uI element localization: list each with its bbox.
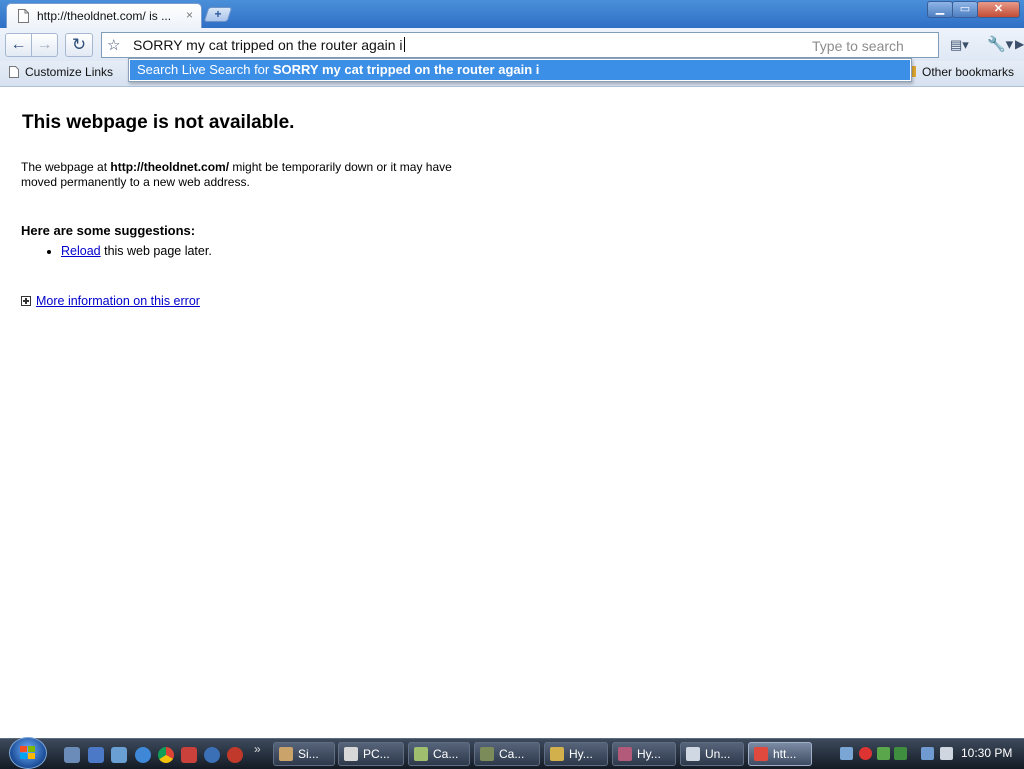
suggestion-prefix: Search Live Search for: [137, 62, 273, 77]
tray-app-icon[interactable]: [840, 747, 853, 760]
browser-tab[interactable]: http://theoldnet.com/ is ... ×: [6, 3, 202, 28]
suggestions-list: Reload this web page later.: [21, 243, 212, 260]
taskbar-button-label: Ca...: [499, 747, 525, 761]
other-bookmarks-label: Other bookmarks: [922, 65, 1015, 79]
tab-close-icon[interactable]: ×: [186, 8, 193, 22]
quicklaunch-ie-icon[interactable]: [135, 747, 151, 763]
reload-button[interactable]: ↻: [65, 33, 93, 57]
taskbar: » Si... PC... Ca... Ca... Hy... Hy... Un... htt…: [0, 737, 1024, 769]
bookmark-customize-links[interactable]: Customize Links: [9, 65, 113, 79]
quicklaunch-chrome-icon[interactable]: [158, 747, 174, 763]
search-suggestion[interactable]: Search Live Search for SORRY my cat trip…: [130, 60, 910, 80]
taskbar-button-label: PC...: [363, 747, 390, 761]
system-tray: 10:30 PM: [830, 739, 1024, 769]
reload-link[interactable]: Reload: [61, 244, 101, 258]
quicklaunch-switch-windows-icon[interactable]: [111, 747, 127, 763]
tray-app2-icon[interactable]: [894, 747, 907, 760]
omnibox-value: SORRY my cat tripped on the router again…: [133, 37, 403, 53]
taskbar-button[interactable]: Si...: [273, 742, 335, 766]
taskbar-button[interactable]: Ca...: [474, 742, 540, 766]
omnibox-dropdown: Search Live Search for SORRY my cat trip…: [128, 58, 912, 82]
page-content: This webpage is not available. The webpa…: [0, 87, 1024, 738]
other-bookmarks[interactable]: Other bookmarks: [909, 65, 1014, 79]
quicklaunch-media-icon[interactable]: [64, 747, 80, 763]
expand-plus-icon[interactable]: [21, 296, 31, 306]
taskbar-clock[interactable]: 10:30 PM: [961, 746, 1012, 760]
tray-security-icon[interactable]: [859, 747, 872, 760]
more-info-toggle[interactable]: More information on this error: [21, 294, 200, 308]
suggestions-heading: Here are some suggestions:: [21, 223, 196, 238]
list-item: Reload this web page later.: [61, 243, 212, 260]
reload-icon: ↻: [71, 35, 87, 54]
bookmark-label: Customize Links: [25, 65, 114, 79]
page-menu-icon[interactable]: ▤▾: [950, 37, 969, 53]
taskbar-button[interactable]: Hy...: [544, 742, 608, 766]
more-info-link[interactable]: More information on this error: [36, 294, 200, 308]
app-icon: [344, 747, 358, 761]
taskbar-button-label: Hy...: [637, 747, 661, 761]
taskbar-button[interactable]: PC...: [338, 742, 404, 766]
error-url: http://theoldnet.com/: [110, 160, 230, 174]
title-bar: http://theoldnet.com/ is ... × + ▁ ▭ ✕: [0, 0, 1024, 28]
desc-text: The webpage at: [21, 160, 111, 174]
minimize-button[interactable]: ▁: [927, 1, 953, 18]
tray-volume-muted-icon[interactable]: [940, 747, 953, 760]
close-window-button[interactable]: ✕: [977, 1, 1020, 18]
tab-title: http://theoldnet.com/ is ...: [37, 9, 172, 23]
app-icon: [550, 747, 564, 761]
start-button[interactable]: [9, 737, 47, 769]
back-button[interactable]: ←: [5, 33, 32, 57]
tray-network-icon[interactable]: [921, 747, 934, 760]
taskbar-button[interactable]: Ca...: [408, 742, 470, 766]
quicklaunch-media-player-icon[interactable]: [227, 747, 243, 763]
quicklaunch-show-desktop-icon[interactable]: [88, 747, 104, 763]
app-icon: [414, 747, 428, 761]
taskbar-button-label: Si...: [298, 747, 319, 761]
text-caret: [403, 37, 405, 52]
page-icon: [18, 9, 29, 23]
omnibox-search-hint: Type to search: [812, 38, 904, 54]
omnibox-input[interactable]: SORRY my cat tripped on the router again…: [133, 37, 405, 53]
taskbar-button-label: Hy...: [569, 747, 593, 761]
page-title: This webpage is not available.: [22, 112, 295, 133]
tray-update-icon[interactable]: [877, 747, 890, 760]
bookmark-star-icon[interactable]: ☆: [107, 36, 120, 54]
suggestion-text: this web page later.: [100, 244, 212, 258]
quicklaunch-gmail-icon[interactable]: [181, 747, 197, 763]
taskbar-button[interactable]: Un...: [680, 742, 744, 766]
taskbar-button-label: Ca...: [433, 747, 459, 761]
windows-logo-icon: [20, 746, 36, 760]
back-arrow-icon: ←: [10, 36, 27, 53]
wrench-menu-icon[interactable]: 🔧▾: [987, 35, 1013, 53]
app-icon: [754, 747, 768, 761]
omnibox[interactable]: ☆ SORRY my cat tripped on the router aga…: [101, 32, 1024, 58]
go-icon[interactable]: ▶: [1015, 37, 1024, 51]
taskbar-button[interactable]: htt...: [748, 742, 812, 766]
maximize-button[interactable]: ▭: [952, 1, 978, 18]
forward-arrow-icon: →: [36, 36, 53, 53]
app-icon: [279, 747, 293, 761]
app-icon: [480, 747, 494, 761]
error-description: The webpage at http://theoldnet.com/ mig…: [21, 160, 481, 190]
page-icon: [9, 66, 19, 78]
app-icon: [618, 747, 632, 761]
toolbar: ← → ↻ ☆ SORRY my cat tripped on the rout…: [0, 28, 1024, 61]
forward-button[interactable]: →: [31, 33, 58, 57]
taskbar-button[interactable]: Hy...: [612, 742, 676, 766]
app-icon: [686, 747, 700, 761]
suggestion-query: SORRY my cat tripped on the router again…: [272, 62, 540, 77]
taskbar-button-label: htt...: [773, 747, 797, 761]
new-tab-button[interactable]: +: [203, 7, 233, 22]
plus-icon: +: [214, 7, 222, 21]
quick-launch-more-icon[interactable]: »: [254, 742, 261, 756]
quicklaunch-app-icon[interactable]: [204, 747, 220, 763]
taskbar-button-label: Un...: [705, 747, 731, 761]
